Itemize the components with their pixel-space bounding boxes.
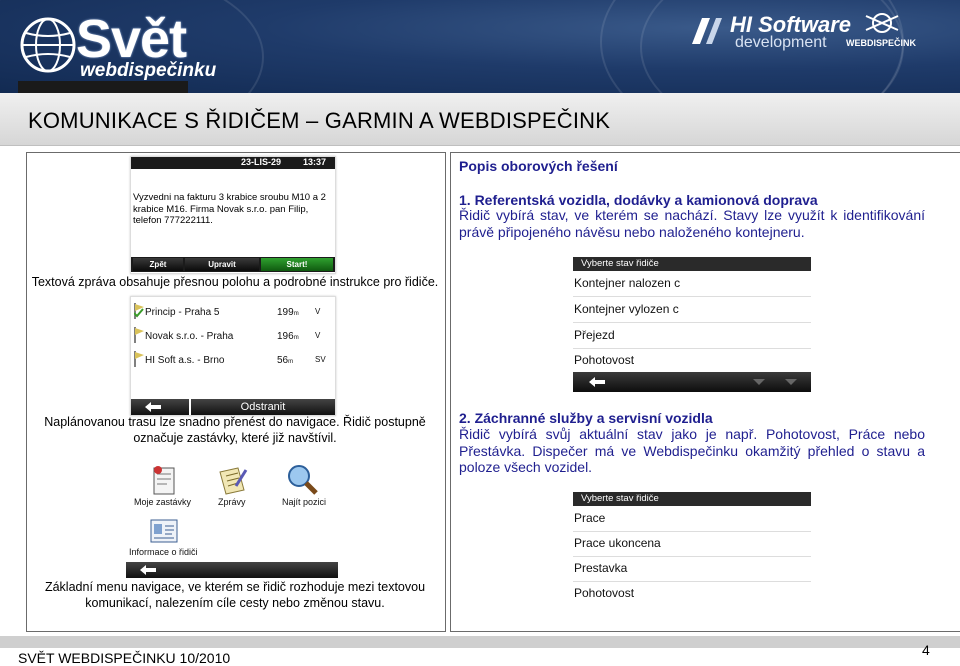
- my-stops-icon[interactable]: [146, 462, 182, 498]
- route-distance: 196m: [277, 331, 299, 342]
- caption-route: Naplánovanou trasu lze snadno přenést do…: [44, 415, 426, 445]
- route-name: Princip - Praha 5: [145, 307, 220, 318]
- section2-body: Řidič vybírá svůj aktuální stav jako je …: [459, 426, 925, 475]
- logo-sub: webdispečinku: [80, 60, 217, 81]
- section-heading: Popis oborových řešení: [459, 158, 618, 174]
- device-time: 13:37: [303, 157, 327, 167]
- picker-option[interactable]: Prestavka: [573, 556, 811, 582]
- route-row[interactable]: Novak s.r.o. - Praha 196m V: [131, 325, 335, 349]
- menu-back-bar[interactable]: [126, 562, 338, 578]
- picker-nav-bar: [573, 372, 811, 392]
- garmin-main-menu: Moje zastávky Zprávy Najít pozici Inform…: [126, 458, 338, 578]
- banner-divider: [18, 81, 188, 93]
- globe-icon: [20, 17, 76, 73]
- remove-button[interactable]: Odstranit: [191, 399, 335, 415]
- picker-option[interactable]: Pohotovost: [573, 348, 811, 373]
- webdispecink-icon: [865, 13, 899, 33]
- partner-sub: development: [735, 34, 827, 51]
- edit-button[interactable]: Upravit: [185, 258, 259, 271]
- caption-menu: Základní menu navigace, ve kterém se řid…: [44, 580, 426, 610]
- picker-option[interactable]: Prace: [573, 506, 811, 532]
- picker-option[interactable]: Kontejner nalozen c: [573, 271, 811, 297]
- back-arrow-icon: [140, 565, 156, 575]
- state-picker-1: Vyberte stav řidiče Kontejner nalozen c …: [573, 257, 811, 393]
- route-name: Novak s.r.o. - Praha: [145, 331, 234, 342]
- header-banner: Svět webdispečinku HI Software developme…: [0, 0, 960, 93]
- menu-item-driver-info[interactable]: Informace o řidiči: [129, 547, 198, 557]
- route-direction: V: [315, 331, 321, 340]
- flag-icon: [134, 327, 144, 343]
- driver-info-icon[interactable]: [146, 514, 182, 550]
- hi-software-icon: [692, 18, 722, 44]
- find-location-icon[interactable]: [284, 462, 320, 498]
- route-button-bar: Odstranit: [131, 399, 335, 415]
- back-arrow-icon: [145, 402, 161, 412]
- back-arrow-icon: [589, 377, 605, 387]
- back-button[interactable]: Zpět: [133, 258, 183, 271]
- section2-title: 2. Záchranné služby a servisní vozidla: [459, 410, 713, 426]
- page-number: 4: [922, 642, 930, 658]
- menu-item-find-location[interactable]: Najít pozici: [282, 497, 326, 507]
- footer-text: SVĚT WEBDISPEČINKU 10/2010: [18, 650, 231, 666]
- route-distance: 199m: [277, 307, 299, 318]
- back-button[interactable]: [131, 399, 189, 415]
- message-button-bar: Zpět Upravit Start!: [131, 257, 335, 272]
- checked-flag-icon: [134, 303, 144, 319]
- picker-option[interactable]: Pohotovost: [573, 581, 811, 606]
- picker-header: Vyberte stav řidiče: [573, 257, 811, 271]
- route-direction: SV: [315, 355, 326, 364]
- scroll-down-icon: [785, 379, 797, 385]
- caption-message: Textová zpráva obsahuje přesnou polohu a…: [31, 275, 439, 289]
- message-text: Vyzvedni na fakturu 3 krabice sroubu M10…: [133, 192, 326, 226]
- picker-nav-icons[interactable]: [573, 372, 811, 392]
- picker-option[interactable]: Prace ukoncena: [573, 531, 811, 557]
- route-row[interactable]: HI Soft a.s. - Brno 56m SV: [131, 349, 335, 373]
- section1-title: 1. Referentská vozidla, dodávky a kamion…: [459, 192, 818, 208]
- scroll-up-icon: [753, 379, 765, 385]
- flag-icon: [134, 351, 144, 367]
- route-direction: V: [315, 307, 321, 316]
- partner2-logo: WEBDISPEČINK: [846, 38, 917, 48]
- menu-item-messages[interactable]: Zprávy: [218, 497, 246, 507]
- section1-body: Řidič vybírá stav, ve kterém se nachází.…: [459, 207, 925, 240]
- messages-icon[interactable]: [214, 462, 250, 498]
- route-distance: 56m: [277, 355, 294, 366]
- page-title: KOMUNIKACE S ŘIDIČEM – GARMIN A WEBDISPE…: [28, 108, 611, 133]
- start-button[interactable]: Start!: [261, 258, 333, 271]
- garmin-message-screen: 23-LIS-29 13:37 Vyzvedni na fakturu 3 kr…: [130, 156, 336, 274]
- picker-header: Vyberte stav řidiče: [573, 492, 811, 506]
- picker-option[interactable]: Přejezd: [573, 323, 811, 349]
- footer-bar: [0, 636, 960, 648]
- garmin-route-screen: Princip - Praha 5 199m V Novak s.r.o. - …: [130, 296, 336, 416]
- route-row[interactable]: Princip - Praha 5 199m V: [131, 301, 335, 325]
- state-picker-2: Vyberte stav řidiče Prace Prace ukoncena…: [573, 492, 811, 608]
- device-date: 23-LIS-29: [241, 157, 282, 167]
- status-bar: 23-LIS-29 13:37: [131, 157, 335, 169]
- menu-item-my-stops[interactable]: Moje zastávky: [134, 497, 191, 507]
- route-name: HI Soft a.s. - Brno: [145, 355, 225, 366]
- picker-option[interactable]: Kontejner vylozen c: [573, 297, 811, 323]
